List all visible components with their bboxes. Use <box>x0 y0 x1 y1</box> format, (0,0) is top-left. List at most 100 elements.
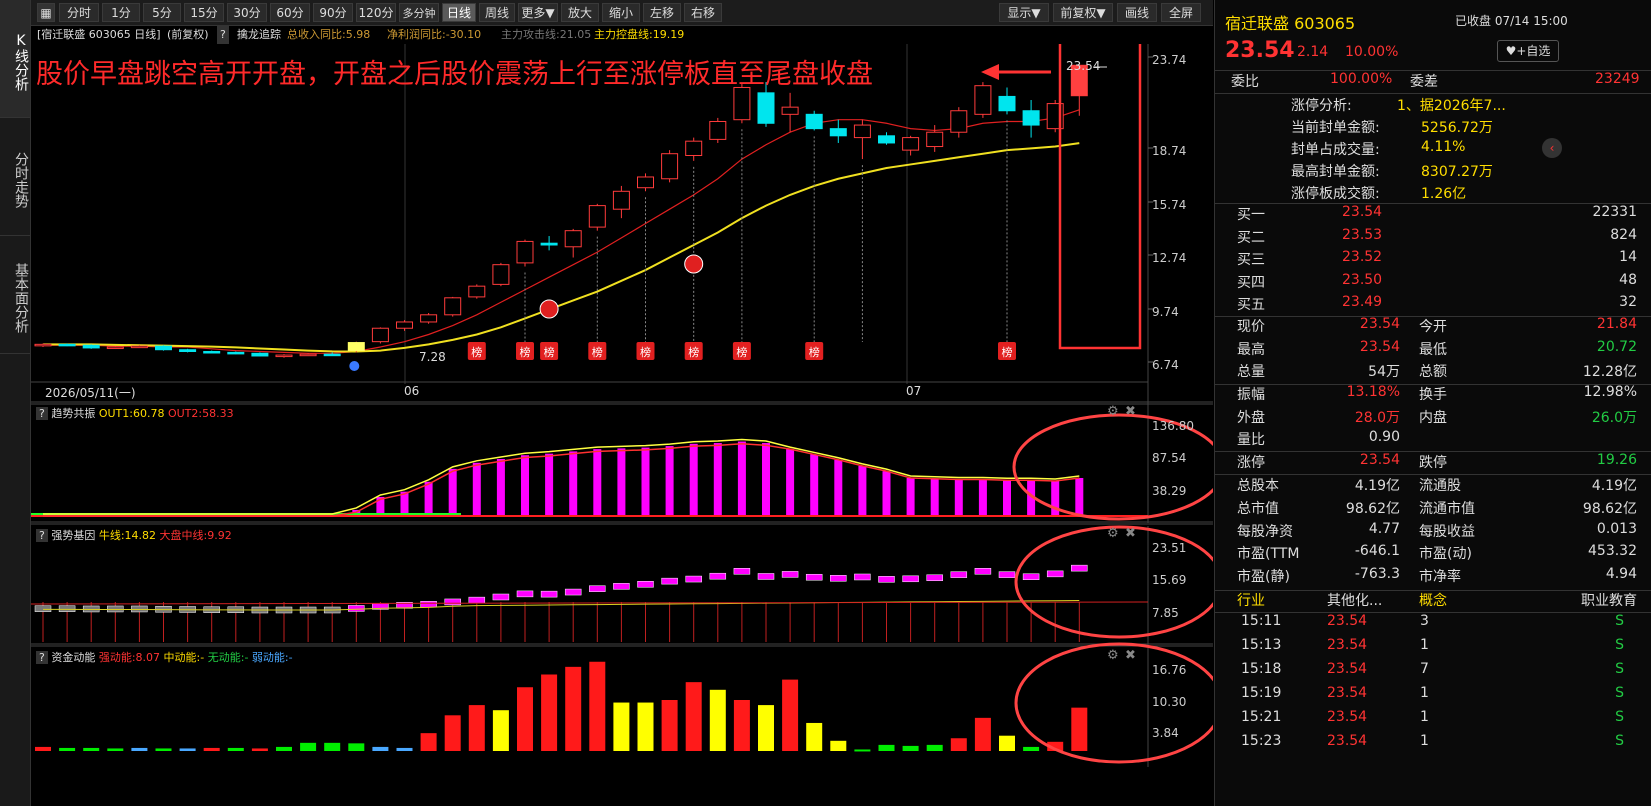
tb-left[interactable]: 左移 <box>643 3 681 22</box>
sub1-name[interactable]: 趋势共振 <box>51 407 95 420</box>
tab-intraday[interactable]: 分时走势 <box>0 118 30 236</box>
wb-label: 委比 <box>1231 74 1259 90</box>
flow-bar <box>782 679 799 751</box>
tb-1min[interactable]: 1分 <box>102 3 140 22</box>
flow-bar <box>950 738 967 751</box>
bid-level: 买四 <box>1237 274 1265 291</box>
candle-body <box>733 86 751 121</box>
help-icon[interactable]: ? <box>36 651 48 664</box>
bid-volume: 14 <box>1619 249 1637 265</box>
tb-zoomin[interactable]: 放大 <box>561 3 599 22</box>
profit-growth: 净利润同比:-30.10 <box>387 28 482 41</box>
candle-body <box>130 345 148 349</box>
bid-price: 23.52 <box>1342 249 1383 265</box>
grid-icon[interactable]: ▦ <box>37 3 55 22</box>
fund-label: 总市值 <box>1237 500 1279 517</box>
bid-volume: 824 <box>1610 226 1637 243</box>
tb-weekly[interactable]: 周线 <box>479 3 515 22</box>
candle-body <box>612 190 630 210</box>
tb-30min[interactable]: 30分 <box>227 3 267 22</box>
tb-fullscreen[interactable]: 全屏 <box>1161 3 1201 22</box>
fund-label: 市盈(TTM <box>1237 546 1300 563</box>
flow-bar <box>541 674 558 751</box>
gene-box <box>444 598 461 606</box>
close-icon[interactable]: ✖ <box>1125 648 1136 663</box>
badge-label: 榜 <box>520 345 531 359</box>
osc-bar <box>737 441 746 516</box>
tb-zoomout[interactable]: 缩小 <box>602 3 640 22</box>
fund-label: 流通股 <box>1419 478 1461 494</box>
sub3-name[interactable]: 资金动能 <box>51 651 95 664</box>
candle-body <box>420 314 438 323</box>
sub2-title: ? 强势基因 牛线:14.82 大盘中线:9.92 <box>36 527 232 543</box>
candle-body <box>685 140 703 156</box>
gear-icon[interactable]: ⚙ <box>1107 526 1119 541</box>
stat-value: 12.98% <box>1583 384 1637 400</box>
limit-label: 当前封单金额: <box>1291 120 1380 136</box>
sub1-out2: OUT2:58.33 <box>167 407 234 420</box>
gene-box <box>902 575 919 583</box>
tb-60min[interactable]: 60分 <box>270 3 310 22</box>
sub2-name[interactable]: 强势基因 <box>51 529 95 542</box>
stat-label: 现价 <box>1237 319 1265 335</box>
add-watchlist-button[interactable]: ♥+自选 <box>1497 40 1559 62</box>
stat-label: 总量 <box>1237 364 1265 380</box>
trade-price: 23.54 <box>1327 661 1368 677</box>
help-icon[interactable]: ? <box>36 529 48 542</box>
tb-more[interactable]: 更多▼ <box>518 3 558 22</box>
candle-body <box>709 120 727 140</box>
axis-label: 87.54 <box>1152 451 1187 465</box>
help-icon[interactable]: ? <box>217 26 229 44</box>
candle-body <box>492 264 510 285</box>
axis-label: 10.30 <box>1152 695 1187 709</box>
gene-box <box>564 588 582 596</box>
tb-daily[interactable]: 日线 <box>442 3 476 22</box>
price-change-pct: 10.00% <box>1345 44 1399 60</box>
candle-body <box>805 113 823 130</box>
close-icon[interactable]: ✖ <box>1125 404 1136 419</box>
stat-value: 20.72 <box>1596 338 1637 355</box>
tb-5min[interactable]: 5分 <box>143 3 181 22</box>
chevron-left-icon[interactable]: ‹ <box>1542 138 1562 158</box>
tb-adjust[interactable]: 前复权▼ <box>1053 3 1113 22</box>
help-icon[interactable]: ? <box>36 407 48 420</box>
fund-value: 4.19亿 <box>1354 478 1400 494</box>
tb-120min[interactable]: 120分 <box>356 3 396 22</box>
stat-value: 13.18% <box>1346 384 1400 400</box>
fund-value: 453.32 <box>1588 543 1637 560</box>
sub3-strong: 强动能:8.07 <box>98 651 161 664</box>
tb-multimin[interactable]: 多分钟 <box>399 3 439 22</box>
candle-body <box>106 346 124 350</box>
bid-level: 买二 <box>1237 229 1265 246</box>
gene-box <box>1071 564 1088 572</box>
fund-label: 市净率 <box>1419 569 1461 586</box>
gear-icon[interactable]: ⚙ <box>1107 404 1119 419</box>
flow-bar <box>324 742 341 751</box>
fund-label: 流通市值 <box>1419 500 1475 517</box>
candle-body <box>950 110 968 133</box>
gene-box <box>1046 570 1064 578</box>
tb-right[interactable]: 右移 <box>684 3 722 22</box>
tb-display[interactable]: 显示▼ <box>999 3 1049 22</box>
candle-body <box>82 344 100 349</box>
flame-icon <box>539 299 559 319</box>
tb-draw[interactable]: 画线 <box>1117 3 1157 22</box>
candle-body <box>878 135 895 144</box>
quote-panel: 宿迁联盛 603065 已收盘 07/14 15:00 23.54 2.14 1… <box>1214 0 1651 806</box>
trade-side: S <box>1615 637 1624 653</box>
tb-90min[interactable]: 90分 <box>313 3 353 22</box>
tb-fenshi[interactable]: 分时 <box>59 3 99 22</box>
tab-fundamentals[interactable]: 基本面分析 <box>0 236 30 354</box>
tb-15min[interactable]: 15分 <box>184 3 224 22</box>
tab-kline[interactable]: K线分析 <box>0 0 30 118</box>
concept-label: 概念 <box>1419 593 1447 609</box>
close-icon[interactable]: ✖ <box>1125 526 1136 541</box>
axis-label: 16.76 <box>1152 663 1187 677</box>
flow-bar <box>107 748 124 751</box>
gear-icon[interactable]: ⚙ <box>1107 648 1119 663</box>
trade-volume: 3 <box>1420 613 1429 629</box>
indicator-name[interactable]: 擒龙追踪 <box>237 26 281 44</box>
flow-bar <box>806 722 823 751</box>
gene-box <box>854 573 871 581</box>
trade-volume: 1 <box>1420 637 1429 653</box>
